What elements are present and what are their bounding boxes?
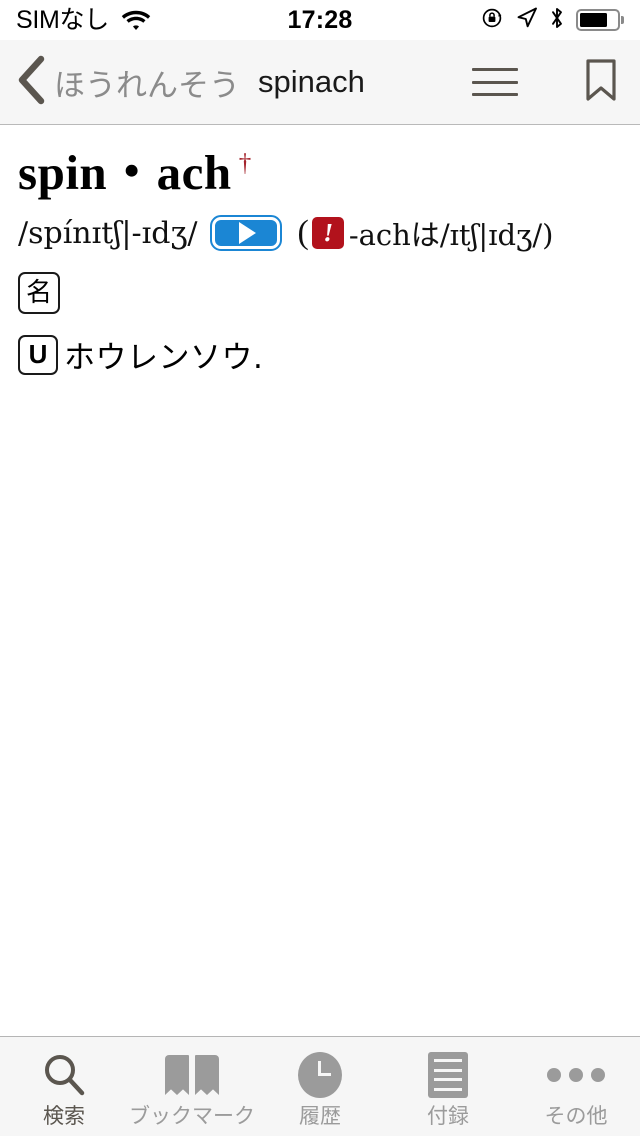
definition-text: ホウレンソウ. — [64, 340, 264, 377]
breadcrumb-kana-reading: ほうれんそう — [54, 67, 240, 104]
definition-line: U ホウレンソウ. — [18, 332, 622, 377]
tab-search[interactable]: 検索 — [0, 1037, 128, 1136]
back-button[interactable] — [14, 54, 52, 111]
rotation-lock-icon — [481, 6, 505, 35]
tab-label-search: 検索 — [43, 1104, 85, 1128]
tab-more[interactable]: その他 — [512, 1037, 640, 1136]
bookmark-icon[interactable] — [584, 58, 618, 107]
ellipsis-icon — [547, 1052, 605, 1098]
tab-label-appendix: 付録 — [427, 1104, 469, 1128]
location-arrow-icon — [516, 6, 538, 35]
tab-label-history: 履歴 — [299, 1104, 341, 1128]
dagger-marker: † — [238, 150, 252, 177]
status-bar-left: SIMなし — [16, 5, 151, 34]
hamburger-menu-icon[interactable] — [472, 68, 518, 96]
navigation-actions — [472, 58, 618, 107]
dictionary-entry-content: spin・ach † /spínɪtʃ|-ɪdʒ/ ( ! -achは/ɪtʃ|… — [0, 125, 640, 1036]
tab-bookmark[interactable]: ブックマーク — [128, 1037, 256, 1136]
document-lines-icon — [428, 1052, 468, 1098]
warning-badge-icon: ! — [311, 217, 344, 250]
clock-icon — [298, 1052, 342, 1098]
tab-appendix[interactable]: 付録 — [384, 1037, 512, 1136]
headword-line: spin・ach † — [18, 145, 622, 200]
status-bar: SIMなし 17:28 — [0, 0, 640, 40]
bluetooth-icon — [549, 6, 565, 35]
part-of-speech-line: 名 — [18, 272, 622, 315]
tab-label-bookmark: ブックマーク — [129, 1104, 255, 1128]
play-audio-icon[interactable] — [209, 215, 282, 252]
search-icon — [41, 1052, 87, 1098]
tab-bar: 検索 ブックマーク 履歴 付録 その他 — [0, 1036, 640, 1136]
headword: spin・ach — [18, 145, 232, 200]
book-icon — [165, 1052, 219, 1098]
tab-label-more: その他 — [544, 1104, 608, 1128]
clock-label: 17:28 — [287, 5, 353, 34]
countability-badge: U — [18, 334, 58, 375]
part-of-speech-badge: 名 — [18, 272, 60, 315]
pronunciation-line: /spínɪtʃ|-ɪdʒ/ ( ! -achは/ɪtʃ|ɪdʒ/) — [18, 212, 622, 254]
chevron-left-icon — [14, 54, 48, 111]
ipa-pronunciation: /spínɪtʃ|-ɪdʒ/ — [18, 215, 198, 251]
app-root: SIMなし 17:28 ほうれんそう spinach spin・ach † /s… — [0, 0, 640, 1136]
note-open-paren: ( — [297, 214, 309, 252]
note-text: -achは/ɪtʃ|ɪdʒ/) — [348, 218, 554, 253]
warning-badge-label: ! — [321, 217, 335, 247]
wifi-icon — [121, 9, 151, 31]
page-title: spinach — [258, 64, 365, 99]
status-bar-right — [481, 6, 624, 35]
battery-icon — [576, 9, 624, 32]
tab-history[interactable]: 履歴 — [256, 1037, 384, 1136]
pronunciation-note: ( ! -achは/ɪtʃ|ɪdʒ/) — [298, 212, 554, 254]
carrier-label: SIMなし — [16, 5, 109, 34]
navigation-bar: ほうれんそう spinach — [0, 40, 640, 125]
